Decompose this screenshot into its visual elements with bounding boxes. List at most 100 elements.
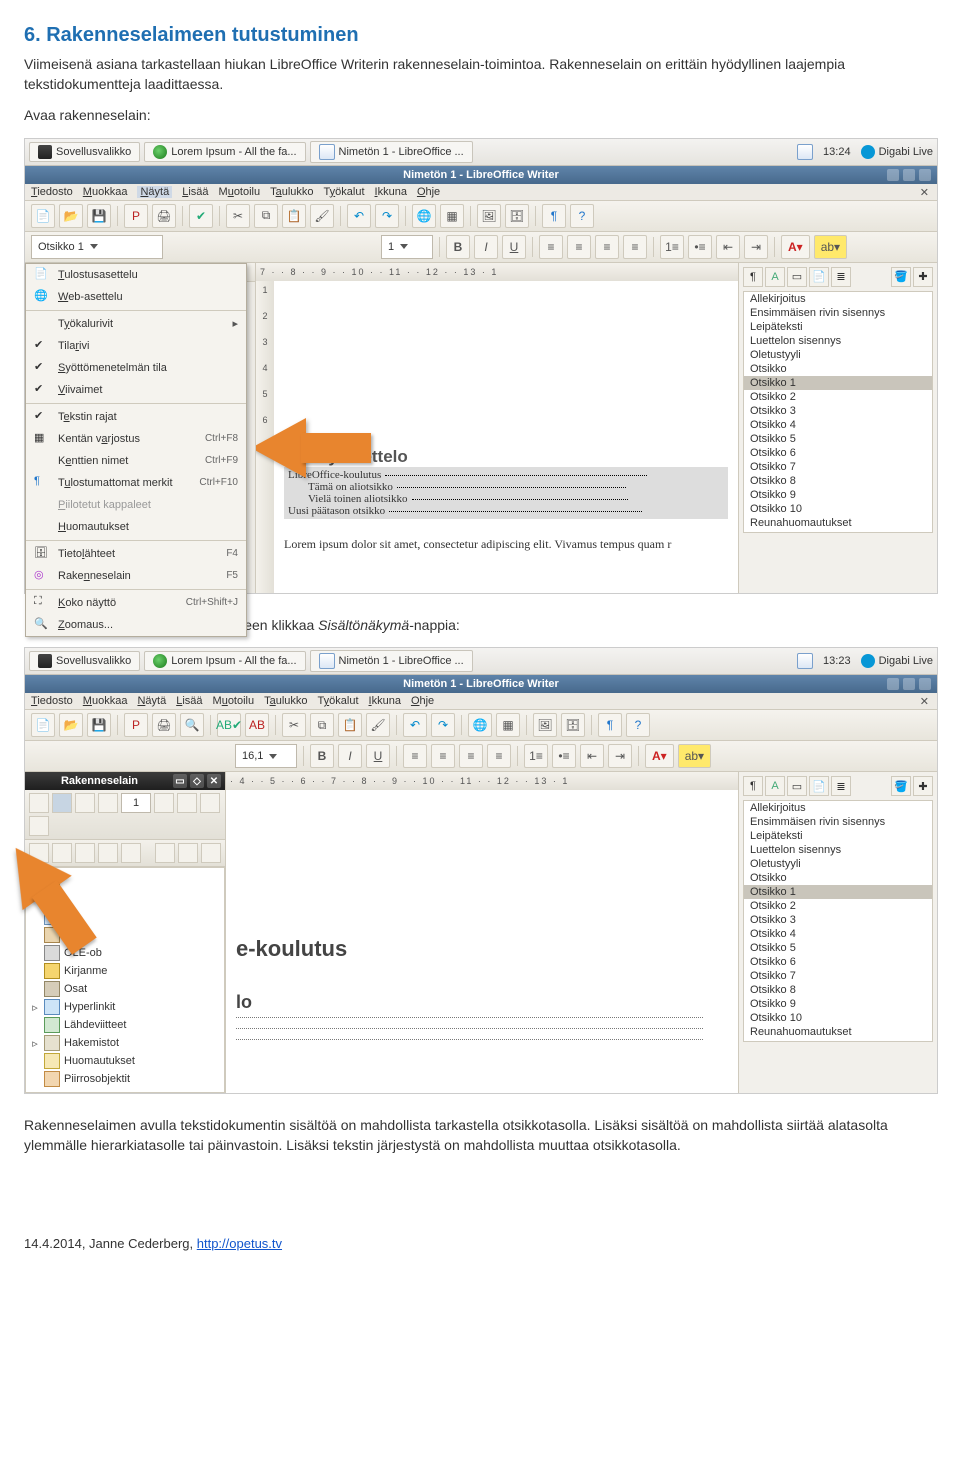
paragraph-style-combo[interactable]: Otsikko 1 (31, 235, 163, 259)
print-button[interactable]: 🖨 (152, 204, 176, 228)
menu-insert[interactable]: Lisää (176, 695, 202, 707)
document-page-2[interactable]: e-koulutus lo (226, 790, 738, 1093)
save-button[interactable]: 💾 (87, 713, 111, 737)
view-ime-status[interactable]: Syöttömenetelmän tila (26, 357, 246, 379)
cut-button[interactable]: ✂ (282, 713, 306, 737)
increase-indent-button[interactable]: ⇥ (744, 235, 768, 259)
maximize-button[interactable] (903, 169, 915, 181)
undo-button[interactable]: ↶ (403, 713, 427, 737)
highlight-button[interactable]: ab▾ (814, 235, 847, 259)
navigator-tree-item[interactable]: Kirjanme (30, 962, 220, 980)
style-item[interactable]: Reunahuomautukset (744, 1025, 932, 1039)
nav-header-button[interactable] (154, 793, 174, 813)
nav-toggle-button[interactable] (29, 793, 49, 813)
open-button[interactable]: 📂 (59, 204, 83, 228)
style-item[interactable]: Otsikko 8 (744, 983, 932, 997)
increase-indent-button[interactable]: ⇥ (608, 744, 632, 768)
document-close-icon[interactable]: ✕ (920, 695, 929, 708)
style-item[interactable]: Leipäteksti (744, 320, 932, 334)
navigator-tree-item[interactable]: Lähdeviitteet (30, 1016, 220, 1034)
style-item[interactable]: Otsikko 8 (744, 474, 932, 488)
maximize-button[interactable] (903, 678, 915, 690)
new-style-button[interactable]: ✚ (913, 776, 933, 796)
style-item[interactable]: Otsikko 3 (744, 913, 932, 927)
table-button[interactable]: ▦ (440, 204, 464, 228)
style-item[interactable]: Otsikko (744, 362, 932, 376)
style-item[interactable]: Otsikko 6 (744, 955, 932, 969)
style-item[interactable]: Luettelon sisennys (744, 334, 932, 348)
table-button[interactable]: ▦ (496, 713, 520, 737)
view-text-bounds[interactable]: Tekstin rajat (26, 406, 246, 428)
style-item[interactable]: Otsikko 7 (744, 460, 932, 474)
align-justify-button[interactable]: ≡ (487, 744, 511, 768)
style-item[interactable]: Otsikko 2 (744, 390, 932, 404)
font-color-button[interactable]: A▾ (781, 235, 810, 259)
align-left-button[interactable]: ≡ (403, 744, 427, 768)
nav-anchor-button[interactable] (200, 793, 220, 813)
nav-next-button[interactable] (98, 793, 118, 813)
view-rulers[interactable]: Viivaimet (26, 379, 246, 401)
view-fullscreen[interactable]: ⛶Koko näyttöCtrl+Shift+J (26, 592, 246, 614)
list-styles-button[interactable]: ≣ (831, 267, 851, 287)
navigator-tree-item[interactable]: Piirrosobjektit (30, 1070, 220, 1088)
spellcheck-button[interactable]: AB✔ (217, 713, 241, 737)
new-doc-button[interactable]: 📄 (31, 713, 55, 737)
navigator-tree-item[interactable]: Osat (30, 980, 220, 998)
copy-button[interactable]: ⧉ (310, 713, 334, 737)
nonprinting-button[interactable]: ¶ (598, 713, 622, 737)
italic-button[interactable]: I (338, 744, 362, 768)
nav-demote-chapter-button[interactable] (201, 843, 221, 863)
paste-button[interactable]: 📋 (338, 713, 362, 737)
bullet-list-button[interactable]: •≡ (688, 235, 712, 259)
frame-styles-button[interactable]: ▭ (787, 267, 807, 287)
taskbar-tab-browser-2[interactable]: Lorem Ipsum - All the fa... (144, 651, 305, 671)
style-item[interactable]: Otsikko 4 (744, 418, 932, 432)
style-item[interactable]: Otsikko 2 (744, 899, 932, 913)
page-styles-button[interactable]: 📄 (809, 267, 829, 287)
export-pdf-button[interactable]: P (124, 204, 148, 228)
style-item[interactable]: Otsikko 7 (744, 969, 932, 983)
style-item[interactable]: Otsikko 4 (744, 927, 932, 941)
char-styles-button[interactable]: A (765, 776, 785, 796)
align-center-button[interactable]: ≡ (567, 235, 591, 259)
style-item[interactable]: Otsikko 9 (744, 488, 932, 502)
fill-format-button[interactable]: 🪣 (891, 776, 911, 796)
style-item[interactable]: Ensimmäisen rivin sisennys (744, 815, 932, 829)
font-color-button[interactable]: A▾ (645, 744, 674, 768)
view-print-layout[interactable]: 📄Tulostusasettelu (26, 264, 246, 286)
menu-tools[interactable]: Työkalut (324, 186, 365, 198)
style-item[interactable]: Ensimmäisen rivin sisennys (744, 306, 932, 320)
style-item[interactable]: Otsikko 9 (744, 997, 932, 1011)
navigator-tree-item[interactable]: ▹Hyperlinkit (30, 998, 220, 1016)
menu-help[interactable]: Ohje (411, 695, 434, 707)
underline-button[interactable]: U (502, 235, 526, 259)
view-hidden-paragraphs[interactable]: Piilotetut kappaleet (26, 494, 246, 516)
nav-prev-button[interactable] (75, 793, 95, 813)
para-styles-button[interactable]: ¶ (743, 267, 763, 287)
bullet-list-button[interactable]: •≡ (552, 744, 576, 768)
view-datasource[interactable]: 🗄TietolähteetF4 (26, 543, 246, 565)
view-field-shading[interactable]: ▦Kentän varjostusCtrl+F8 (26, 428, 246, 450)
align-right-button[interactable]: ≡ (595, 235, 619, 259)
navigator-pin-button[interactable]: ◇ (190, 774, 204, 788)
cut-button[interactable]: ✂ (226, 204, 250, 228)
view-statusbar[interactable]: Tilarivi (26, 335, 246, 357)
close-window-button[interactable] (919, 169, 931, 181)
decrease-indent-button[interactable]: ⇤ (580, 744, 604, 768)
style-item[interactable]: Allekirjoitus (744, 801, 932, 815)
style-item[interactable]: Reunahuomautukset (744, 516, 932, 530)
format-paint-button[interactable]: 🖌 (310, 204, 334, 228)
autospell-button[interactable]: AB (245, 713, 269, 737)
nav-demote-button[interactable] (75, 843, 95, 863)
styles-list-2[interactable]: AllekirjoitusEnsimmäisen rivin sisennysL… (743, 800, 933, 1042)
bold-button[interactable]: B (310, 744, 334, 768)
paste-button[interactable]: 📋 (282, 204, 306, 228)
undo-button[interactable]: ↶ (347, 204, 371, 228)
fontsize-combo-2[interactable]: 16,1 (235, 744, 297, 768)
align-left-button[interactable]: ≡ (539, 235, 563, 259)
style-item[interactable]: Otsikko 1 (744, 885, 932, 899)
menu-table[interactable]: Taulukko (264, 695, 307, 707)
view-web-layout[interactable]: 🌐Web-asettelu (26, 286, 246, 308)
numbered-list-button[interactable]: 1≡ (524, 744, 548, 768)
minimize-button[interactable] (887, 169, 899, 181)
